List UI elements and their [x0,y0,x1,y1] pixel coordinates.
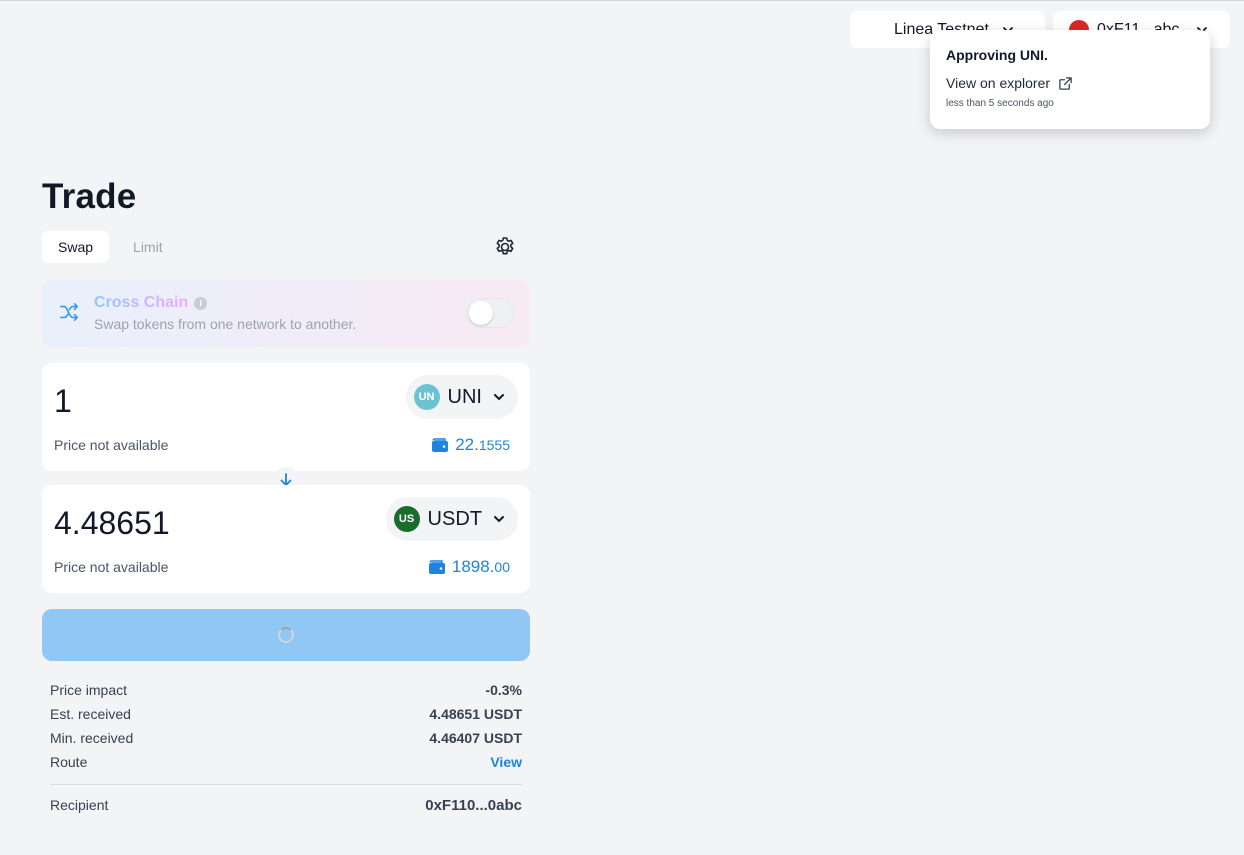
toast-title: Approving UNI. [946,47,1048,63]
to-price: Price not available [54,559,169,575]
detail-value: 4.46407 USDT [429,730,522,746]
detail-row-min-received: Min. received 4.46407 USDT [50,726,522,750]
tab-swap[interactable]: Swap [42,231,110,263]
detail-label: Route [50,754,88,770]
detail-label: Min. received [50,730,134,746]
from-price: Price not available [54,437,169,453]
detail-row-est-received: Est. received 4.48651 USDT [50,702,522,726]
recipient-label: Recipient [50,797,109,813]
to-balance[interactable]: 1898. 00 [428,557,510,577]
transaction-toast: Approving UNI. View on explorer less tha… [930,30,1210,129]
route-view-link[interactable]: View [490,754,522,770]
to-amount-input[interactable]: 4.48651 [54,505,170,542]
detail-label: Price impact [50,682,128,698]
wallet-icon [432,438,449,452]
page-title: Trade [42,177,137,216]
from-token-symbol: UNI [447,385,482,408]
tab-limit[interactable]: Limit [117,231,179,263]
toast-timestamp: less than 5 seconds ago [946,98,1054,109]
trade-details: Price impact -0.3% Est. received 4.48651… [42,678,530,817]
cross-chain-banner: Cross Chain i Swap tokens from one networ… [42,280,530,347]
from-amount-input[interactable]: 1 [54,383,72,420]
info-icon[interactable]: i [194,297,208,310]
to-balance-decimals: 00 [494,559,510,575]
detail-row-recipient: Recipient 0xF110...0abc [50,793,522,817]
to-token-card: 4.48651 US USDT Price not available 1898… [42,485,530,593]
to-token-selector[interactable]: US USDT [385,497,518,541]
divider [50,784,522,785]
cross-chain-subtitle: Swap tokens from one network to another. [94,316,357,332]
trade-panel: Trade Swap Limit Cross Chain i Swap token… [42,177,530,817]
from-balance-main: 22. [455,435,479,454]
usdt-token-logo: US [393,506,420,532]
detail-label: Est. received [50,706,131,722]
spinner-icon [278,627,294,643]
to-token-symbol: USDT [427,507,482,530]
recipient-address[interactable]: 0xF110...0abc [425,797,522,814]
chevron-down-icon [494,394,504,401]
chevron-down-icon [494,516,504,523]
uni-token-logo: UN [413,384,440,410]
from-balance[interactable]: 22. 1555 [431,435,510,455]
cross-chain-title: Cross Chain [94,294,189,311]
wallet-icon [428,560,445,574]
from-balance-decimals: 1555 [478,437,510,453]
from-token-selector[interactable]: UN UNI [405,375,518,419]
detail-row-price-impact: Price impact -0.3% [50,678,522,702]
gear-icon[interactable] [493,235,517,259]
detail-value: -0.3% [485,682,522,698]
from-token-card: 1 UN UNI Price not available 22. 1555 [42,363,530,471]
external-link-icon [1059,76,1072,90]
detail-value: 4.48651 USDT [429,706,522,722]
trade-tabs: Swap Limit [42,231,530,263]
swap-submit-button[interactable] [42,609,530,661]
to-balance-main: 1898. [451,557,495,576]
view-on-explorer-label: View on explorer [946,75,1051,91]
view-on-explorer-link[interactable]: View on explorer [946,75,1194,91]
shuffle-icon [60,303,79,321]
cross-chain-toggle[interactable] [466,298,514,328]
detail-row-route: Route View [50,750,522,774]
